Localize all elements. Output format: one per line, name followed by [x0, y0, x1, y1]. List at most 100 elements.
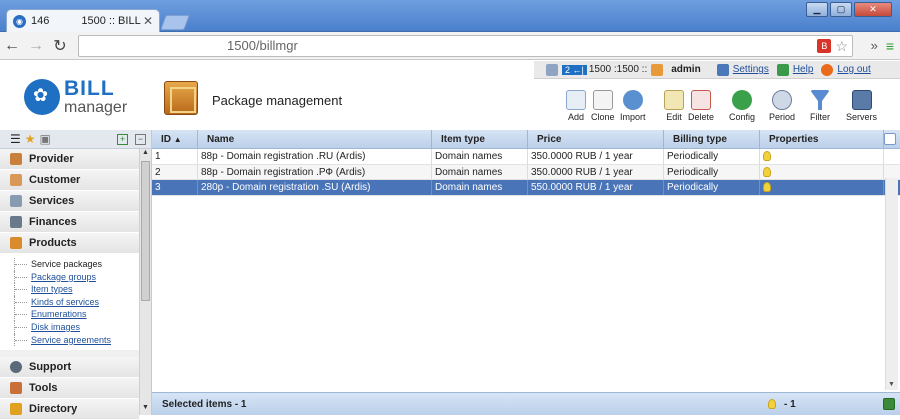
package-icon: [164, 81, 198, 115]
delete-button[interactable]: Delete: [688, 90, 714, 122]
edit-button[interactable]: Edit: [664, 90, 684, 122]
column-name[interactable]: Name: [198, 130, 432, 148]
table-scrollbar[interactable]: ▼: [885, 178, 898, 390]
cell-billing: Periodically: [664, 164, 760, 179]
column-properties[interactable]: Properties: [760, 130, 884, 148]
user-bar: 2 ←| 1500 :1500 :: admin Settings Help L…: [534, 61, 900, 79]
help-link[interactable]: Help: [793, 64, 814, 75]
sidebar-group-finances[interactable]: Finances: [0, 212, 139, 233]
sidebar-item-service-agreements[interactable]: Service agreements: [14, 333, 139, 347]
browser-menu-icon[interactable]: ≡: [886, 38, 894, 54]
sidebar-group-label: Finances: [29, 216, 77, 228]
config-label: Config: [729, 112, 756, 122]
cell-price: 350.0000 RUB / 1 year: [528, 149, 664, 164]
page-title: Package management: [212, 93, 343, 108]
scroll-thumb[interactable]: [141, 161, 150, 301]
sidebar-group-label: Products: [29, 237, 77, 249]
table-row-selected[interactable]: 3 280p - Domain registration .SU (Ardis)…: [152, 180, 900, 196]
add-button[interactable]: Add: [566, 90, 586, 122]
cell-name: 88p - Domain registration .RU (Ardis): [198, 149, 432, 164]
cell-item-type: Domain names: [432, 180, 528, 195]
sidebar-group-support[interactable]: Support: [0, 357, 139, 379]
config-icon: [732, 90, 752, 110]
sidebar-item-enumerations[interactable]: Enumerations: [14, 308, 139, 321]
maximize-button[interactable]: ▢: [830, 2, 852, 17]
list-view-icon[interactable]: ☰: [10, 132, 21, 146]
cell-id: 2: [152, 164, 198, 179]
sidebar-group-products[interactable]: Products: [0, 233, 139, 254]
sidebar-group-services[interactable]: Services: [0, 191, 139, 212]
properties-count: - 1: [784, 398, 796, 410]
sidebar-scrollbar[interactable]: ▲ ▼: [139, 149, 151, 415]
scroll-up-icon[interactable]: ▲: [140, 149, 151, 160]
sidebar-group-tools[interactable]: Tools: [0, 378, 139, 400]
new-tab-button[interactable]: [160, 15, 190, 30]
sidebar-group-directory[interactable]: Directory: [0, 399, 139, 420]
extension-icon[interactable]: B: [817, 39, 832, 53]
column-price[interactable]: Price: [528, 130, 664, 148]
scroll-down-icon[interactable]: ▼: [888, 381, 895, 388]
cell-price: 550.0000 RUB / 1 year: [528, 180, 664, 195]
cell-name: 88p - Domain registration .РФ (Ardis): [198, 164, 432, 179]
period-button[interactable]: Period: [769, 90, 795, 122]
table-row[interactable]: 2 88p - Domain registration .РФ (Ardis) …: [152, 164, 900, 180]
settings-link[interactable]: Settings: [733, 64, 769, 75]
column-billing-type[interactable]: Billing type: [664, 130, 760, 148]
sidebar-item-kinds-of-services[interactable]: Kinds of services: [14, 295, 139, 309]
clone-button[interactable]: Clone: [591, 90, 615, 122]
package-table: ID ▲ Name Item type Price Billing type P…: [152, 130, 900, 415]
delete-label: Delete: [688, 112, 715, 122]
filter-button[interactable]: Filter: [810, 90, 830, 122]
close-tab-icon[interactable]: ✕: [143, 14, 153, 28]
column-item-type[interactable]: Item type: [432, 130, 528, 148]
provider-icon: [10, 153, 22, 165]
config-button[interactable]: Config: [729, 90, 755, 122]
bookmark-star-icon[interactable]: ☆: [835, 39, 848, 53]
back-icon[interactable]: ←: [0, 37, 24, 55]
reload-icon[interactable]: ↻: [48, 36, 72, 56]
add-label: Add: [567, 112, 584, 122]
export-excel-icon[interactable]: [883, 398, 895, 410]
server-label: 1500 :1500 ::: [588, 64, 648, 75]
favorites-star-icon[interactable]: ★: [25, 132, 36, 146]
sidebar-group-label: Customer: [29, 174, 81, 186]
edit-icon: [664, 90, 684, 110]
expand-all-icon[interactable]: +: [117, 133, 128, 145]
cell-properties: [760, 164, 884, 179]
address-bar[interactable]: 1500/billmgr B ☆: [78, 35, 853, 57]
cell-item-type: Domain names: [432, 149, 528, 164]
period-label: Period: [769, 112, 796, 122]
tab-id: 146: [31, 15, 50, 27]
scroll-down-icon[interactable]: ▼: [140, 404, 151, 415]
collapse-all-icon[interactable]: −: [135, 133, 146, 145]
import-button[interactable]: Import: [620, 90, 646, 122]
sidebar-item-item-types[interactable]: Item types: [14, 283, 139, 296]
favicon-icon: ◉: [13, 14, 26, 28]
sidebar-group-label: Provider: [29, 153, 74, 165]
import-icon: [622, 90, 643, 110]
briefcase-icon[interactable]: ▣: [40, 132, 51, 146]
column-id[interactable]: ID ▲: [152, 130, 198, 148]
cell-id: 1: [152, 149, 198, 164]
sidebar-group-provider[interactable]: Provider: [0, 149, 139, 170]
servers-button[interactable]: Servers: [846, 90, 877, 122]
column-config[interactable]: [884, 130, 900, 148]
browser-tab[interactable]: ◉ 146 1500 :: BILL ✕: [6, 9, 160, 32]
cell-properties: [760, 180, 884, 195]
minimize-button[interactable]: ▁: [806, 2, 828, 17]
table-row[interactable]: 1 88p - Domain registration .RU (Ardis) …: [152, 149, 900, 165]
logout-link[interactable]: Log out: [837, 64, 870, 75]
products-submenu: Service packages Package groups Item typ…: [0, 254, 139, 351]
sidebar-item-disk-images[interactable]: Disk images: [14, 320, 139, 334]
table-config-icon[interactable]: [884, 133, 896, 145]
sidebar-item-package-groups[interactable]: Package groups: [14, 270, 139, 284]
url-text: 1500/billmgr: [227, 38, 298, 53]
sidebar-group-customer[interactable]: Customer: [0, 170, 139, 191]
server-icon: [546, 63, 558, 76]
window-close-button[interactable]: ✕: [854, 2, 892, 17]
overflow-chevron-icon[interactable]: »: [871, 38, 878, 54]
servers-icon: [851, 90, 872, 110]
forward-icon[interactable]: →: [24, 37, 48, 55]
tools-icon: [10, 382, 22, 395]
sidebar-item-service-packages[interactable]: Service packages: [14, 258, 139, 271]
